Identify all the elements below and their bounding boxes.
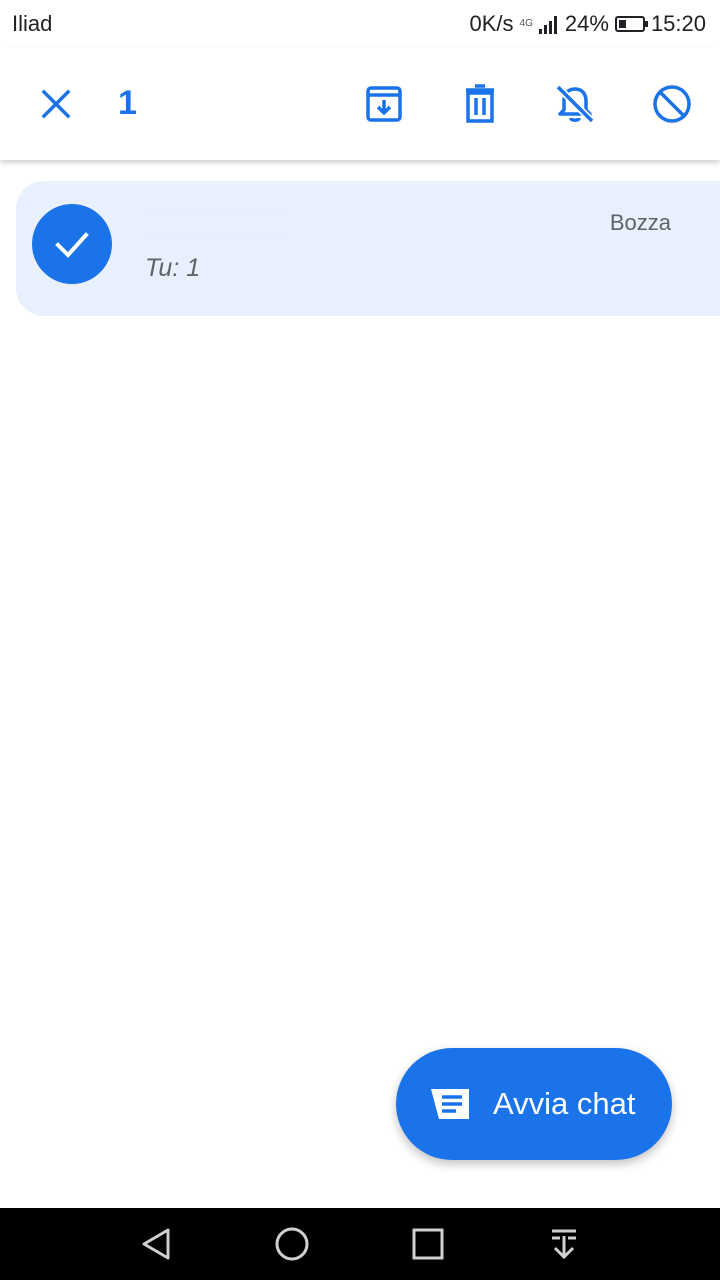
close-selection-button[interactable] bbox=[32, 80, 80, 128]
navigation-bar bbox=[0, 1208, 720, 1280]
avatar[interactable] bbox=[32, 204, 112, 284]
mute-notifications-button[interactable] bbox=[551, 80, 599, 128]
block-icon bbox=[653, 85, 691, 123]
close-icon bbox=[41, 89, 71, 119]
back-button[interactable] bbox=[134, 1222, 178, 1266]
start-chat-label: Avvia chat bbox=[493, 1086, 636, 1121]
selected-count: 1 bbox=[118, 84, 137, 122]
draft-label: Bozza bbox=[609, 210, 671, 235]
delete-icon bbox=[466, 84, 494, 123]
carrier-label: Iliad bbox=[12, 11, 53, 36]
start-chat-button[interactable]: Avvia chat bbox=[396, 1048, 672, 1160]
archive-icon bbox=[366, 86, 402, 122]
chat-icon bbox=[431, 1089, 469, 1119]
battery-percent: 24% bbox=[564, 11, 609, 36]
mute-icon bbox=[555, 84, 595, 124]
home-icon bbox=[275, 1227, 309, 1261]
battery-icon bbox=[614, 16, 648, 32]
network-speed: 0K/s bbox=[469, 11, 514, 36]
clock: 15:20 bbox=[650, 11, 706, 36]
status-indicators: 0K/s 4G 24% 15:20 bbox=[464, 8, 706, 40]
notifications-pulldown-button[interactable] bbox=[542, 1222, 586, 1266]
delete-button[interactable] bbox=[456, 80, 504, 128]
home-button[interactable] bbox=[270, 1222, 314, 1266]
back-icon bbox=[142, 1228, 170, 1260]
checkmark-icon bbox=[55, 232, 89, 258]
status-bar: Iliad 0K/s 4G 24% 15:20 bbox=[0, 0, 720, 48]
recents-button[interactable] bbox=[406, 1222, 450, 1266]
signal-icon bbox=[538, 14, 559, 34]
network-type-icon: 4G bbox=[520, 19, 533, 29]
recents-icon bbox=[412, 1228, 444, 1260]
notifications-pulldown-icon bbox=[552, 1229, 576, 1260]
selection-action-bar: 1 bbox=[0, 48, 720, 160]
conversation-row[interactable]: Bozza Tu: 1 bbox=[16, 181, 720, 316]
message-snippet: Tu: 1 bbox=[145, 254, 201, 282]
network-type-label: 4G bbox=[519, 18, 533, 29]
block-button[interactable] bbox=[648, 80, 696, 128]
conversation-name-placeholder bbox=[146, 213, 286, 237]
archive-button[interactable] bbox=[360, 80, 408, 128]
